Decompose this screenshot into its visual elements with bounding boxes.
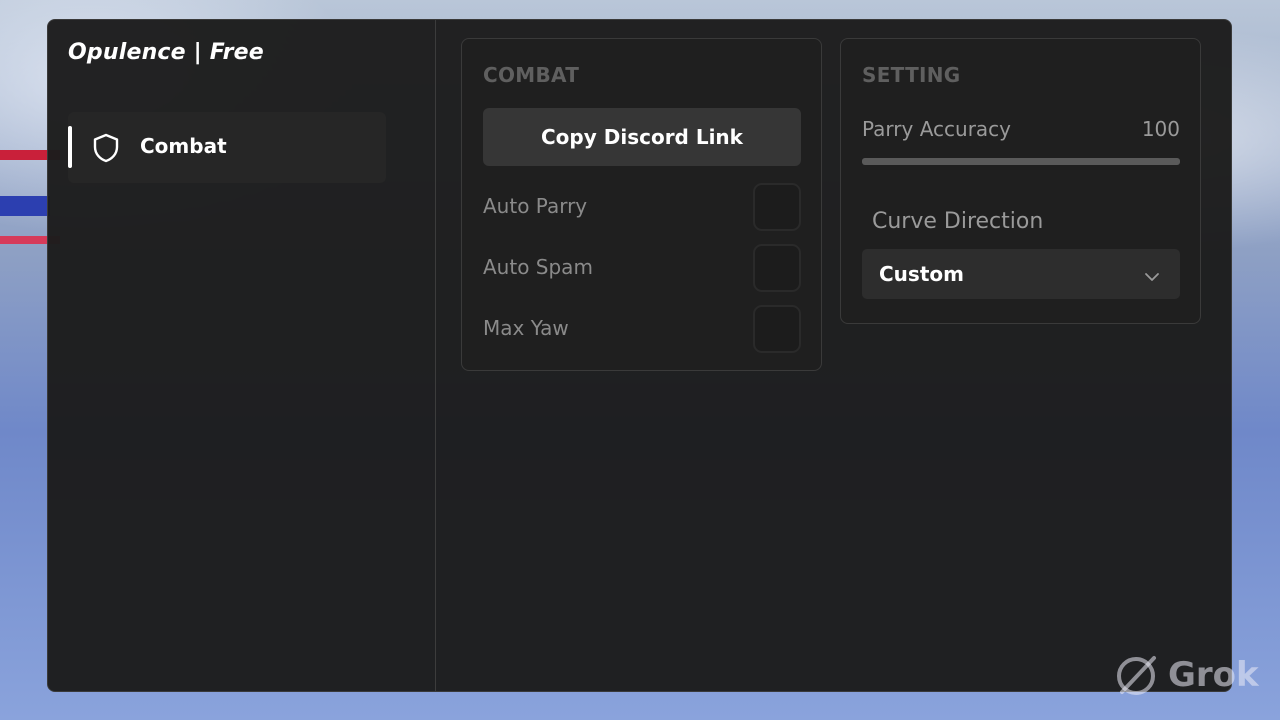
curve-direction-dropdown[interactable]: Custom <box>862 249 1180 299</box>
auto-spam-checkbox[interactable] <box>753 244 801 292</box>
combat-panel-title: COMBAT <box>483 63 580 87</box>
toggle-label: Max Yaw <box>483 316 569 340</box>
background-decoration <box>0 196 50 216</box>
chevron-down-icon <box>1144 268 1160 281</box>
combat-panel: COMBAT Copy Discord Link Auto Parry Auto… <box>461 38 822 371</box>
toggle-label: Auto Parry <box>483 194 588 218</box>
parry-accuracy-slider[interactable] <box>862 158 1180 165</box>
sidebar-item-combat[interactable]: Combat <box>68 112 386 183</box>
curve-direction-label: Curve Direction <box>872 209 1044 234</box>
parry-accuracy-value: 100 <box>1141 117 1180 141</box>
toggle-auto-parry[interactable]: Auto Parry <box>483 183 801 231</box>
main-window: Opulence | Free Combat COMBAT Copy Disco… <box>47 19 1232 692</box>
grok-watermark: Grok <box>1114 652 1259 698</box>
toggle-max-yaw[interactable]: Max Yaw <box>483 305 801 353</box>
parry-accuracy-label: Parry Accuracy <box>862 117 1012 141</box>
copy-discord-link-button[interactable]: Copy Discord Link <box>483 108 801 166</box>
watermark-text: Grok <box>1168 655 1259 695</box>
shield-icon <box>92 133 120 163</box>
setting-panel: SETTING Parry Accuracy 100 Curve Directi… <box>840 38 1201 324</box>
max-yaw-checkbox[interactable] <box>753 305 801 353</box>
sidebar: Opulence | Free Combat <box>48 20 436 691</box>
dropdown-selected-value: Custom <box>879 262 964 286</box>
app-title: Opulence | Free <box>68 40 264 65</box>
auto-parry-checkbox[interactable] <box>753 183 801 231</box>
toggle-auto-spam[interactable]: Auto Spam <box>483 244 801 292</box>
toggle-label: Auto Spam <box>483 255 593 279</box>
setting-panel-title: SETTING <box>862 63 961 87</box>
slider-fill <box>862 158 1180 165</box>
grok-logo-icon <box>1114 652 1160 698</box>
active-indicator <box>68 126 72 168</box>
sidebar-item-label: Combat <box>140 134 227 158</box>
